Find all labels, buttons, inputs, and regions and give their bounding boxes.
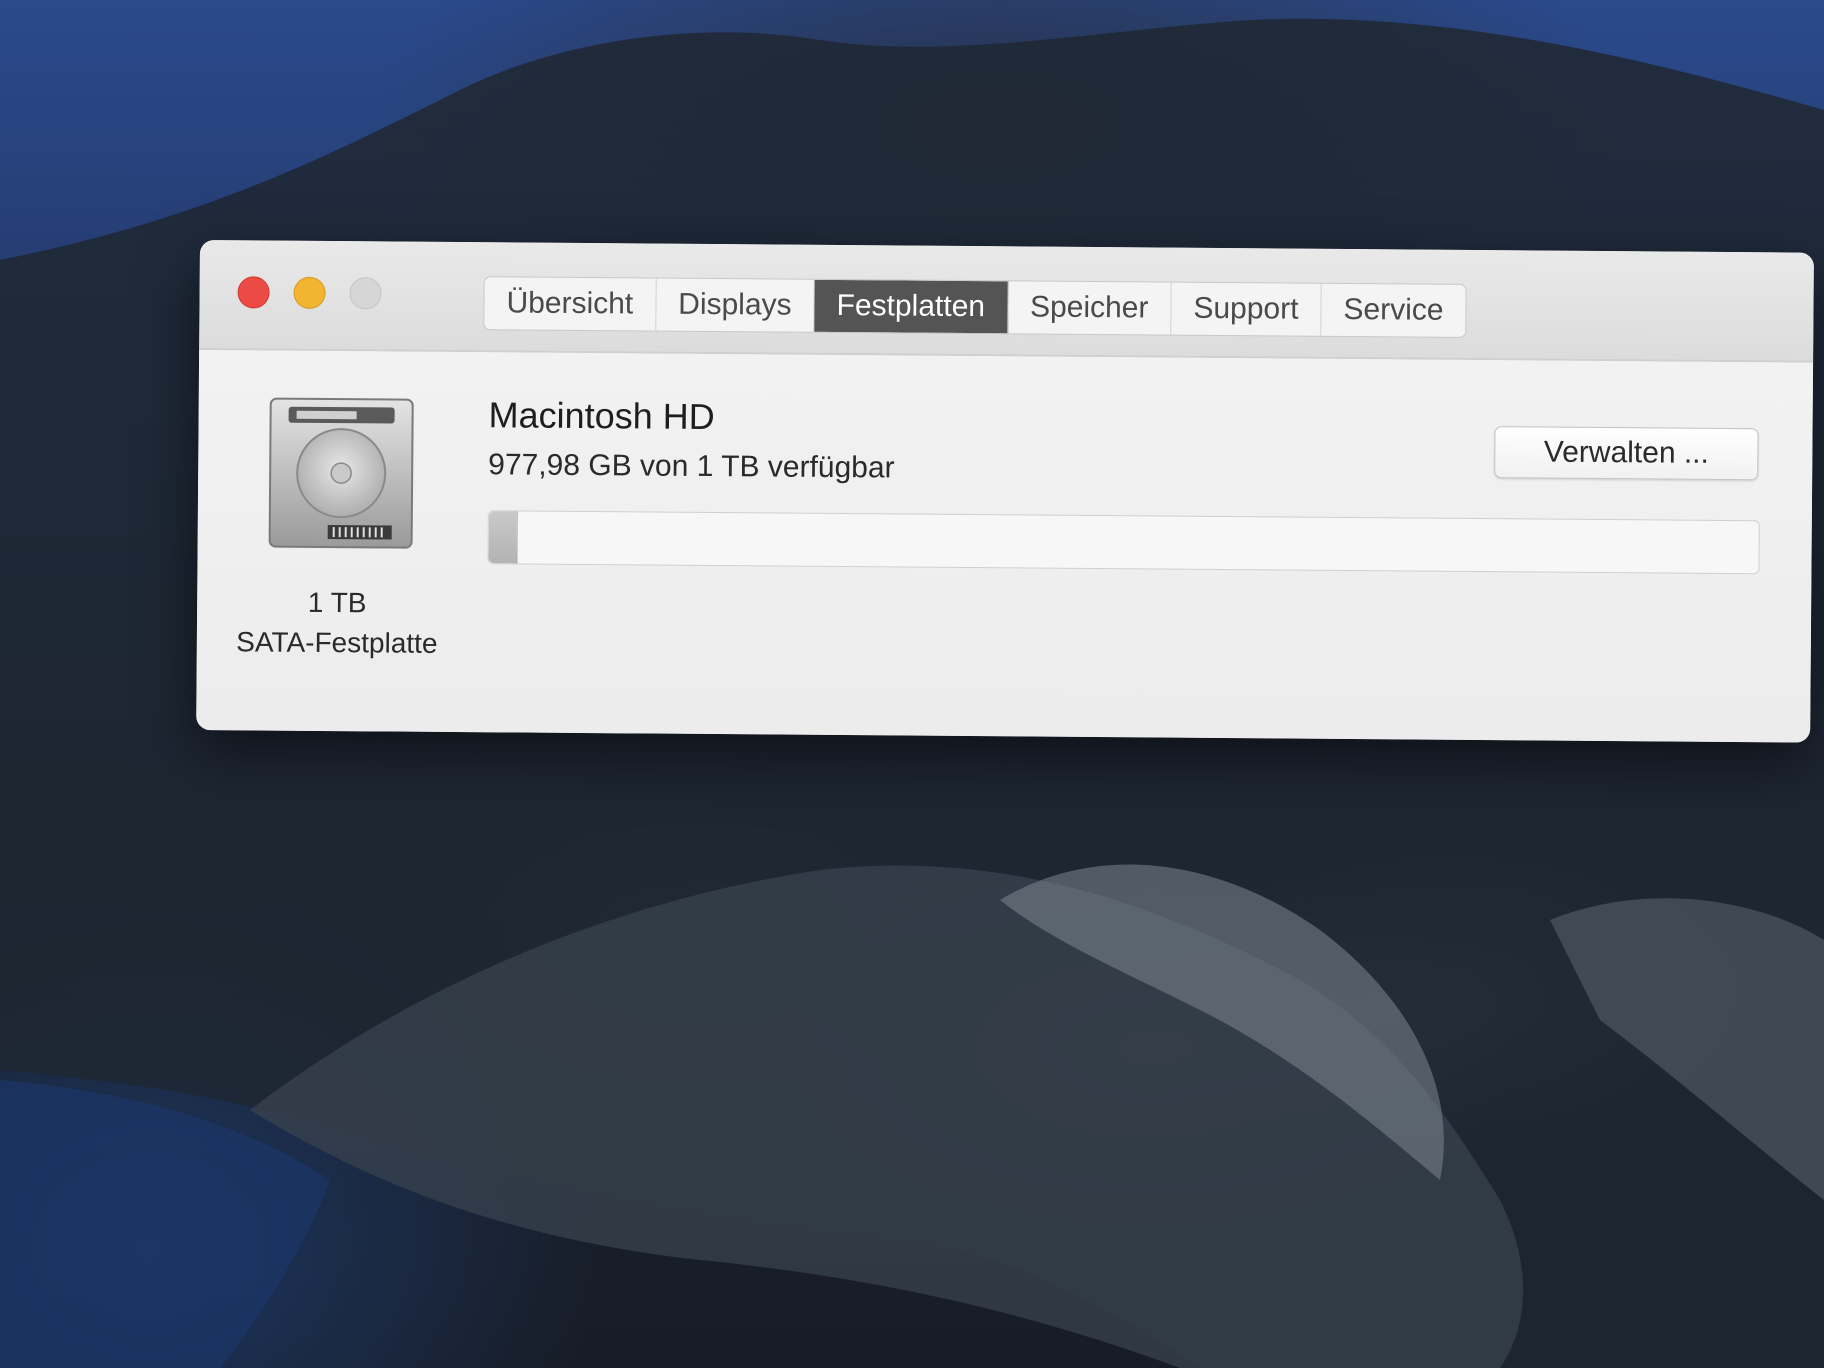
about-this-mac-window: Übersicht Displays Festplatten Speicher …	[196, 240, 1814, 743]
storage-usage-bar	[487, 510, 1760, 575]
storage-panel: 1 TB SATA-Festplatte Macintosh HD 977,98…	[196, 349, 1814, 743]
volume-name: Macintosh HD	[488, 394, 715, 438]
disk-type-label: SATA-Festplatte	[236, 626, 438, 659]
volume-availability: 977,98 GB von 1 TB verfügbar	[488, 448, 895, 485]
tab-support[interactable]: Support	[1171, 282, 1322, 336]
manage-button[interactable]: Verwalten ...	[1494, 426, 1759, 481]
tab-service[interactable]: Service	[1321, 284, 1465, 337]
minimize-button[interactable]	[293, 276, 326, 309]
window-titlebar: Übersicht Displays Festplatten Speicher …	[199, 240, 1814, 363]
tab-speicher[interactable]: Speicher	[1007, 281, 1172, 335]
tab-uebersicht[interactable]: Übersicht	[484, 277, 657, 331]
hard-disk-icon	[268, 397, 414, 549]
close-button[interactable]	[237, 276, 270, 309]
zoom-button	[349, 277, 382, 310]
tab-festplatten[interactable]: Festplatten	[814, 279, 1009, 334]
tab-displays[interactable]: Displays	[656, 278, 815, 332]
storage-usage-fill	[488, 511, 518, 564]
tab-bar: Übersicht Displays Festplatten Speicher …	[483, 276, 1467, 338]
disk-size-label: 1 TB	[307, 586, 367, 619]
